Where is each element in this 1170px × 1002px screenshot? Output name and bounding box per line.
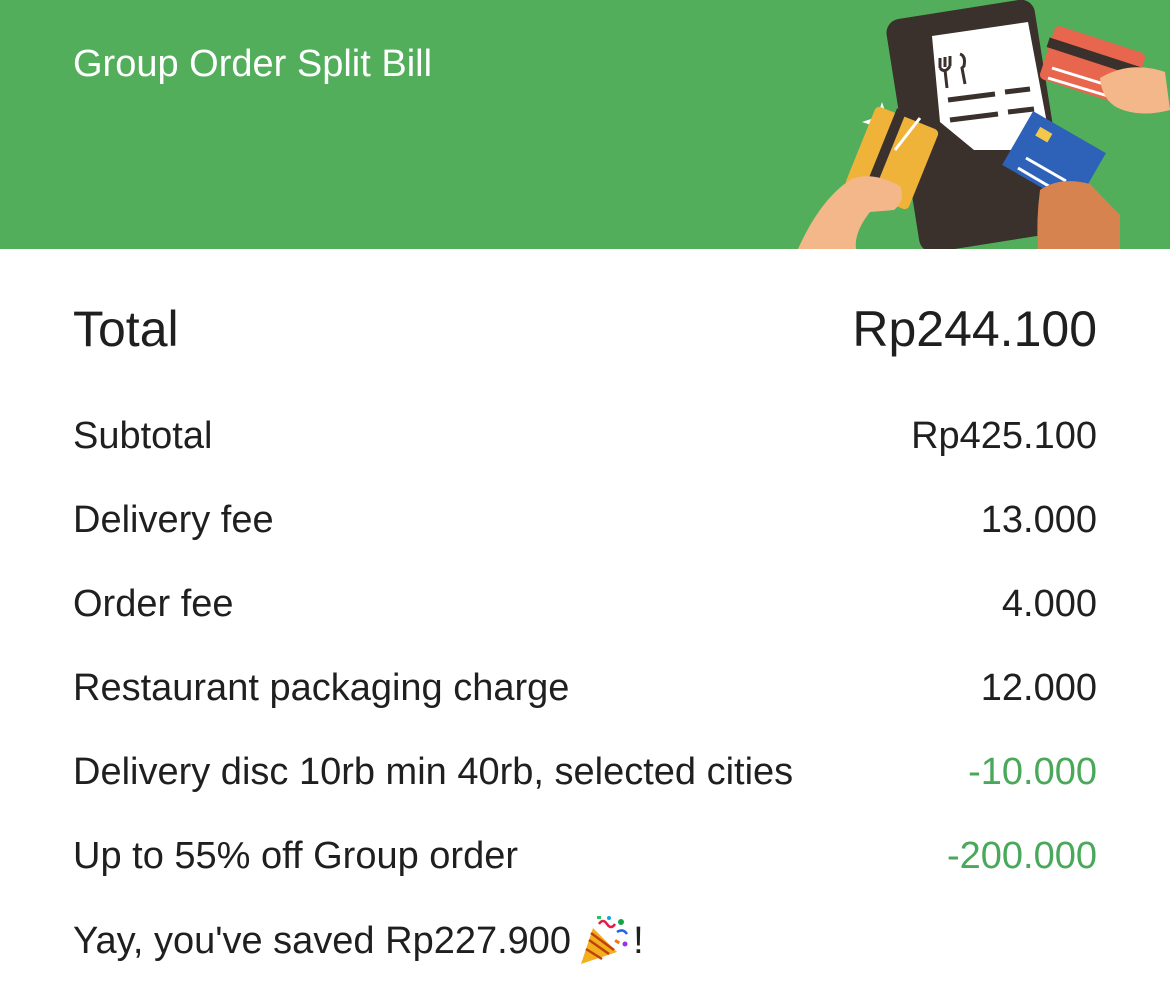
line-item-amount: 13.000 — [980, 498, 1097, 541]
delivery-discount-row: Delivery disc 10rb min 40rb, selected ci… — [73, 748, 1097, 796]
line-item-amount: Rp425.100 — [911, 414, 1097, 457]
line-item-label: Delivery disc 10rb min 40rb, selected ci… — [73, 750, 794, 793]
line-item-amount: 12.000 — [980, 666, 1097, 709]
packaging-charge-row: Restaurant packaging charge 12.000 — [73, 664, 1097, 712]
order-fee-row: Order fee 4.000 — [73, 580, 1097, 628]
savings-message: Yay, you've saved Rp227.900 ! — [73, 913, 644, 969]
line-item-label: Order fee — [73, 582, 234, 625]
page-title: Group Order Split Bill — [73, 43, 433, 85]
line-item-label: Restaurant packaging charge — [73, 666, 570, 709]
line-item-amount: 4.000 — [1001, 582, 1097, 625]
line-item-label: Up to 55% off Group order — [73, 834, 518, 877]
total-amount: Rp244.100 — [852, 301, 1097, 357]
line-item-label: Delivery fee — [73, 498, 274, 541]
delivery-fee-row: Delivery fee 13.000 — [73, 496, 1097, 544]
total-label: Total — [73, 301, 179, 357]
group-order-discount-row: Up to 55% off Group order -200.000 — [73, 832, 1097, 880]
bill-summary: Total Rp244.100 Subtotal Rp425.100 Deliv… — [0, 249, 1170, 1002]
subtotal-row: Subtotal Rp425.100 — [73, 412, 1097, 460]
header-banner: Group Order Split Bill — [0, 0, 1170, 249]
savings-suffix: ! — [633, 919, 644, 962]
discount-amount: -200.000 — [946, 834, 1097, 877]
savings-text: Yay, you've saved Rp227.900 — [73, 919, 572, 962]
bill-split-cards-icon — [798, 0, 1170, 249]
line-item-label: Subtotal — [73, 414, 213, 457]
total-row: Total Rp244.100 — [73, 299, 1097, 359]
party-popper-icon — [581, 916, 629, 964]
discount-amount: -10.000 — [968, 750, 1097, 793]
